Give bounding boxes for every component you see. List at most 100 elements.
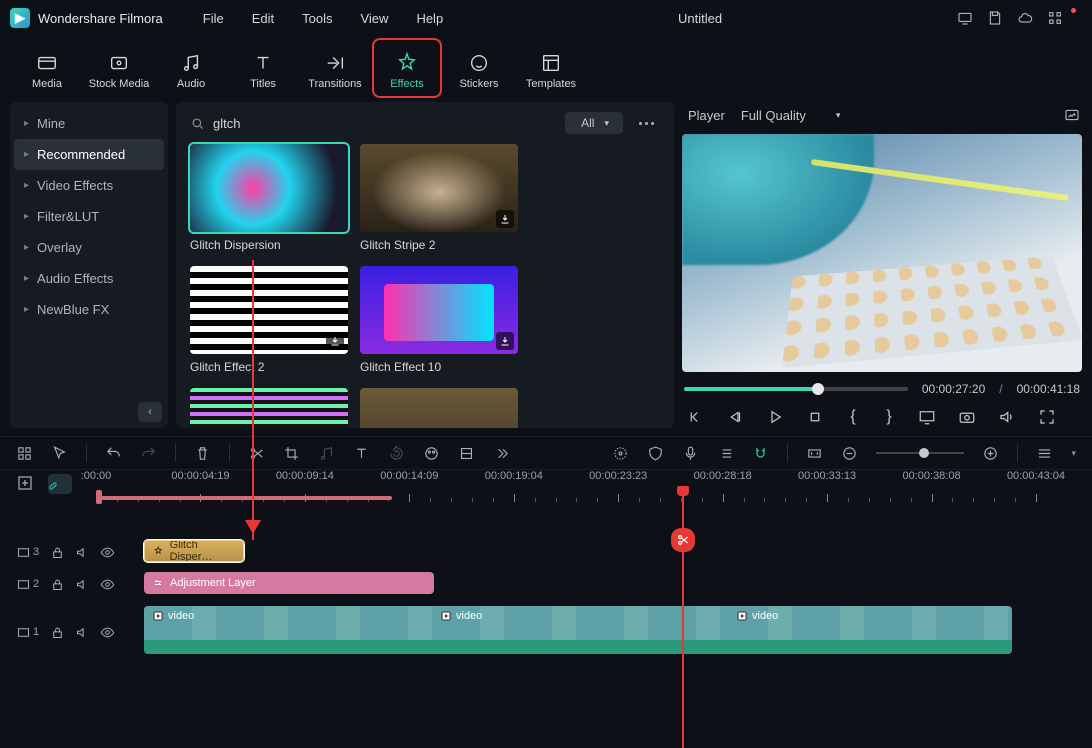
- effect-card[interactable]: Glitch Effect 2: [190, 266, 348, 374]
- lock-icon[interactable]: [50, 545, 65, 560]
- cloud-icon[interactable]: [1017, 10, 1033, 26]
- redo-icon[interactable]: [140, 445, 157, 462]
- more-tools-icon[interactable]: [493, 445, 510, 462]
- adjustment-clip[interactable]: Adjustment Layer: [144, 572, 434, 594]
- lock-icon[interactable]: [50, 577, 65, 592]
- rotate-icon[interactable]: [388, 445, 405, 462]
- menu-view[interactable]: View: [360, 11, 388, 26]
- cut-icon[interactable]: [248, 445, 265, 462]
- ruler-label: 00:00:14:09: [380, 470, 438, 482]
- timeline-ruler[interactable]: :00:0000:00:04:1900:00:09:1400:00:14:090…: [96, 470, 1092, 510]
- tab-transitions[interactable]: Transitions: [302, 40, 368, 96]
- effect-clip[interactable]: Glitch Disper…: [144, 540, 244, 562]
- tab-stock-media[interactable]: Stock Media: [86, 40, 152, 96]
- menu-file[interactable]: File: [203, 11, 224, 26]
- mic-icon[interactable]: [682, 445, 699, 462]
- effect-card[interactable]: [360, 388, 518, 428]
- crop-icon[interactable]: [283, 445, 300, 462]
- volume-icon[interactable]: [998, 408, 1016, 426]
- fit-icon[interactable]: [806, 445, 823, 462]
- ruler-label: 00:00:43:04: [1007, 470, 1065, 482]
- chevron-right-icon: ▸: [24, 211, 29, 222]
- save-icon[interactable]: [987, 10, 1003, 26]
- magnet-icon[interactable]: [752, 445, 769, 462]
- sidebar-item-mine[interactable]: ▸Mine: [14, 108, 164, 139]
- delete-icon[interactable]: [194, 445, 211, 462]
- list-icon[interactable]: [717, 445, 734, 462]
- mute-icon[interactable]: [75, 577, 90, 592]
- track-number: 2: [16, 577, 40, 592]
- download-icon[interactable]: [496, 210, 514, 228]
- display-icon[interactable]: [918, 408, 936, 426]
- sidebar-item-video-effects[interactable]: ▸Video Effects: [14, 170, 164, 201]
- annotation-arrow: [252, 260, 254, 540]
- sidebar-item-filter-lut[interactable]: ▸Filter&LUT: [14, 201, 164, 232]
- device-icon[interactable]: [957, 10, 973, 26]
- link-toggle[interactable]: [48, 474, 72, 494]
- video-clip[interactable]: video video video: [144, 606, 1012, 654]
- stop-icon[interactable]: [806, 408, 824, 426]
- quality-dropdown[interactable]: Full Quality▾: [741, 108, 841, 123]
- menu-help[interactable]: Help: [416, 11, 443, 26]
- visibility-icon[interactable]: [100, 577, 115, 592]
- speed-icon[interactable]: [318, 445, 335, 462]
- playhead[interactable]: [682, 488, 684, 748]
- filter-dropdown[interactable]: All▾: [565, 112, 623, 134]
- sidebar-collapse-button[interactable]: ‹: [138, 402, 162, 422]
- play-back-icon[interactable]: [726, 408, 744, 426]
- snapshot-icon[interactable]: [1064, 107, 1080, 123]
- text-icon[interactable]: [353, 445, 370, 462]
- menu-tools[interactable]: Tools: [302, 11, 332, 26]
- cursor-icon[interactable]: [51, 445, 68, 462]
- camera-icon[interactable]: [958, 408, 976, 426]
- visibility-icon[interactable]: [100, 625, 115, 640]
- zoom-slider[interactable]: [876, 452, 964, 454]
- mute-icon[interactable]: [75, 625, 90, 640]
- effect-card[interactable]: [190, 388, 348, 428]
- tab-titles[interactable]: Titles: [230, 40, 296, 96]
- search-input[interactable]: [213, 116, 413, 131]
- prev-frame-icon[interactable]: [686, 408, 704, 426]
- primary-toolbar: Media Stock Media Audio Titles Transitio…: [0, 36, 1092, 96]
- sidebar-item-newblue-fx[interactable]: ▸NewBlue FX: [14, 294, 164, 325]
- track-view-icon[interactable]: [1036, 445, 1053, 462]
- effect-card[interactable]: Glitch Effect 10: [360, 266, 518, 374]
- add-track-icon[interactable]: [16, 474, 34, 492]
- fullscreen-icon[interactable]: [1038, 408, 1056, 426]
- mask-icon[interactable]: [458, 445, 475, 462]
- grid-icon[interactable]: [16, 445, 33, 462]
- download-icon[interactable]: [326, 332, 344, 350]
- menu-edit[interactable]: Edit: [252, 11, 274, 26]
- color-icon[interactable]: [423, 445, 440, 462]
- sidebar-item-audio-effects[interactable]: ▸Audio Effects: [14, 263, 164, 294]
- sidebar-item-recommended[interactable]: ▸Recommended: [14, 139, 164, 170]
- zoom-out-icon[interactable]: [841, 445, 858, 462]
- effect-card[interactable]: Glitch Dispersion: [190, 144, 348, 252]
- mark-out-icon[interactable]: }: [882, 408, 896, 426]
- tab-media[interactable]: Media: [14, 40, 80, 96]
- apps-icon[interactable]: [1047, 10, 1063, 26]
- play-icon[interactable]: [766, 408, 784, 426]
- preview-viewport[interactable]: [682, 134, 1082, 372]
- tab-effects[interactable]: Effects: [374, 40, 440, 96]
- chevron-down-icon[interactable]: ▾: [1071, 448, 1076, 459]
- lock-icon[interactable]: [50, 625, 65, 640]
- tab-audio[interactable]: Audio: [158, 40, 224, 96]
- scrub-slider[interactable]: [684, 387, 908, 391]
- tab-stickers[interactable]: Stickers: [446, 40, 512, 96]
- playhead-cut-button[interactable]: [671, 528, 695, 552]
- mute-icon[interactable]: [75, 545, 90, 560]
- visibility-icon[interactable]: [100, 545, 115, 560]
- zoom-in-icon[interactable]: [982, 445, 999, 462]
- undo-icon[interactable]: [105, 445, 122, 462]
- tab-templates[interactable]: Templates: [518, 40, 584, 96]
- effect-card[interactable]: Glitch Stripe 2: [360, 144, 518, 252]
- effects-sidebar: ▸Mine ▸Recommended ▸Video Effects ▸Filte…: [10, 102, 168, 428]
- sidebar-item-overlay[interactable]: ▸Overlay: [14, 232, 164, 263]
- mark-in-icon[interactable]: {: [846, 408, 860, 426]
- target-icon[interactable]: [612, 445, 629, 462]
- shield-icon[interactable]: [647, 445, 664, 462]
- more-menu[interactable]: [633, 122, 660, 125]
- download-icon[interactable]: [496, 332, 514, 350]
- work-area-zone[interactable]: [96, 496, 392, 500]
